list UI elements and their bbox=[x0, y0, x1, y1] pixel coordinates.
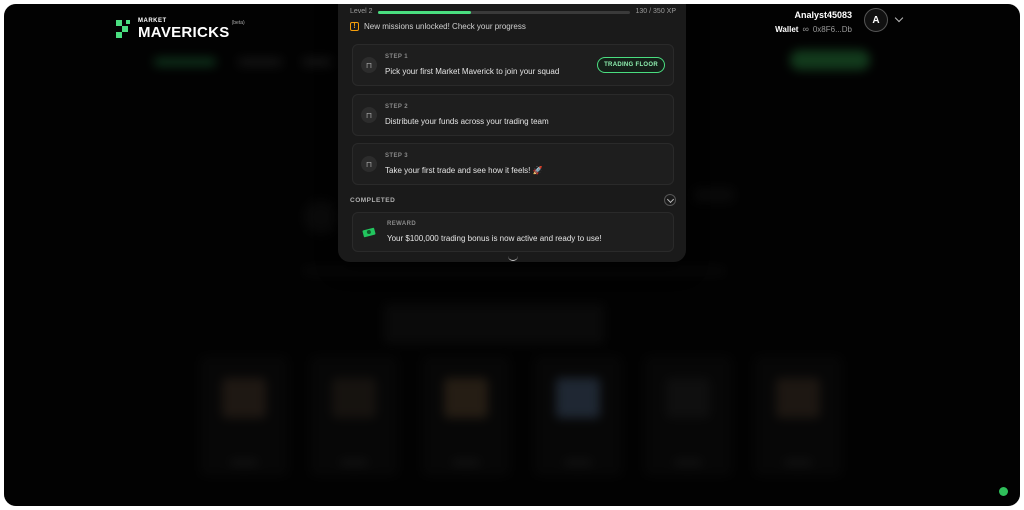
missions-panel: Level 2 130 / 350 XP ! New missions unlo… bbox=[338, 4, 686, 262]
beta-tag: (beta) bbox=[231, 20, 245, 26]
mission-step-2: ⊓ STEP 2 Distribute your funds across yo… bbox=[352, 94, 674, 136]
mission-step-3: ⊓ STEP 3 Take your first trade and see h… bbox=[352, 143, 674, 185]
reward-card: REWARD Your $100,000 trading bonus is no… bbox=[352, 212, 674, 252]
wallet-address: 0x8F6...Db bbox=[812, 24, 852, 34]
cash-icon bbox=[362, 227, 376, 238]
warning-icon: ! bbox=[350, 22, 359, 31]
missions-notice: ! New missions unlocked! Check your prog… bbox=[350, 22, 526, 31]
level-label: Level 2 bbox=[350, 8, 373, 15]
app-frame: MARKET MAVERICKS (beta) Analyst45083 Wal… bbox=[4, 4, 1020, 506]
user-info[interactable]: Analyst45083 Wallet ∞ 0x8F6...Db bbox=[775, 10, 852, 34]
chair-icon: ⊓ bbox=[361, 107, 377, 123]
chair-icon: ⊓ bbox=[361, 156, 377, 172]
wallet-label: Wallet bbox=[775, 24, 799, 34]
completed-heading: COMPLETED bbox=[350, 197, 396, 204]
step-tag: STEP 1 bbox=[385, 54, 408, 60]
logo-big-text: MAVERICKS bbox=[138, 24, 230, 41]
notice-text: New missions unlocked! Check your progre… bbox=[364, 22, 526, 31]
chevron-up-icon[interactable] bbox=[508, 256, 518, 261]
wallet-row: Wallet ∞ 0x8F6...Db bbox=[775, 24, 852, 34]
xp-text: 130 / 350 XP bbox=[635, 8, 676, 15]
status-icon[interactable] bbox=[999, 487, 1008, 496]
trading-floor-button[interactable]: TRADING FLOOR bbox=[597, 57, 665, 73]
brand-logo[interactable]: MARKET MAVERICKS (beta) bbox=[116, 18, 245, 40]
chevron-down-icon[interactable] bbox=[664, 194, 676, 206]
reward-tag: REWARD bbox=[387, 221, 417, 227]
step-text: Take your first trade and see how it fee… bbox=[385, 166, 543, 175]
username: Analyst45083 bbox=[794, 10, 852, 20]
xp-progress-fill bbox=[378, 11, 472, 14]
step-text: Distribute your funds across your tradin… bbox=[385, 117, 549, 126]
step-text: Pick your first Market Maverick to join … bbox=[385, 67, 560, 76]
reward-text: Your $100,000 trading bonus is now activ… bbox=[387, 234, 602, 243]
link-icon: ∞ bbox=[802, 24, 809, 34]
step-tag: STEP 2 bbox=[385, 104, 408, 110]
mission-step-1: ⊓ STEP 1 Pick your first Market Maverick… bbox=[352, 44, 674, 86]
xp-progress-bar bbox=[378, 11, 630, 14]
chair-icon: ⊓ bbox=[361, 57, 377, 73]
logo-icon bbox=[116, 20, 132, 38]
avatar[interactable]: A bbox=[864, 8, 888, 32]
step-tag: STEP 3 bbox=[385, 153, 408, 159]
logo-wordmark: MARKET MAVERICKS bbox=[138, 18, 230, 40]
